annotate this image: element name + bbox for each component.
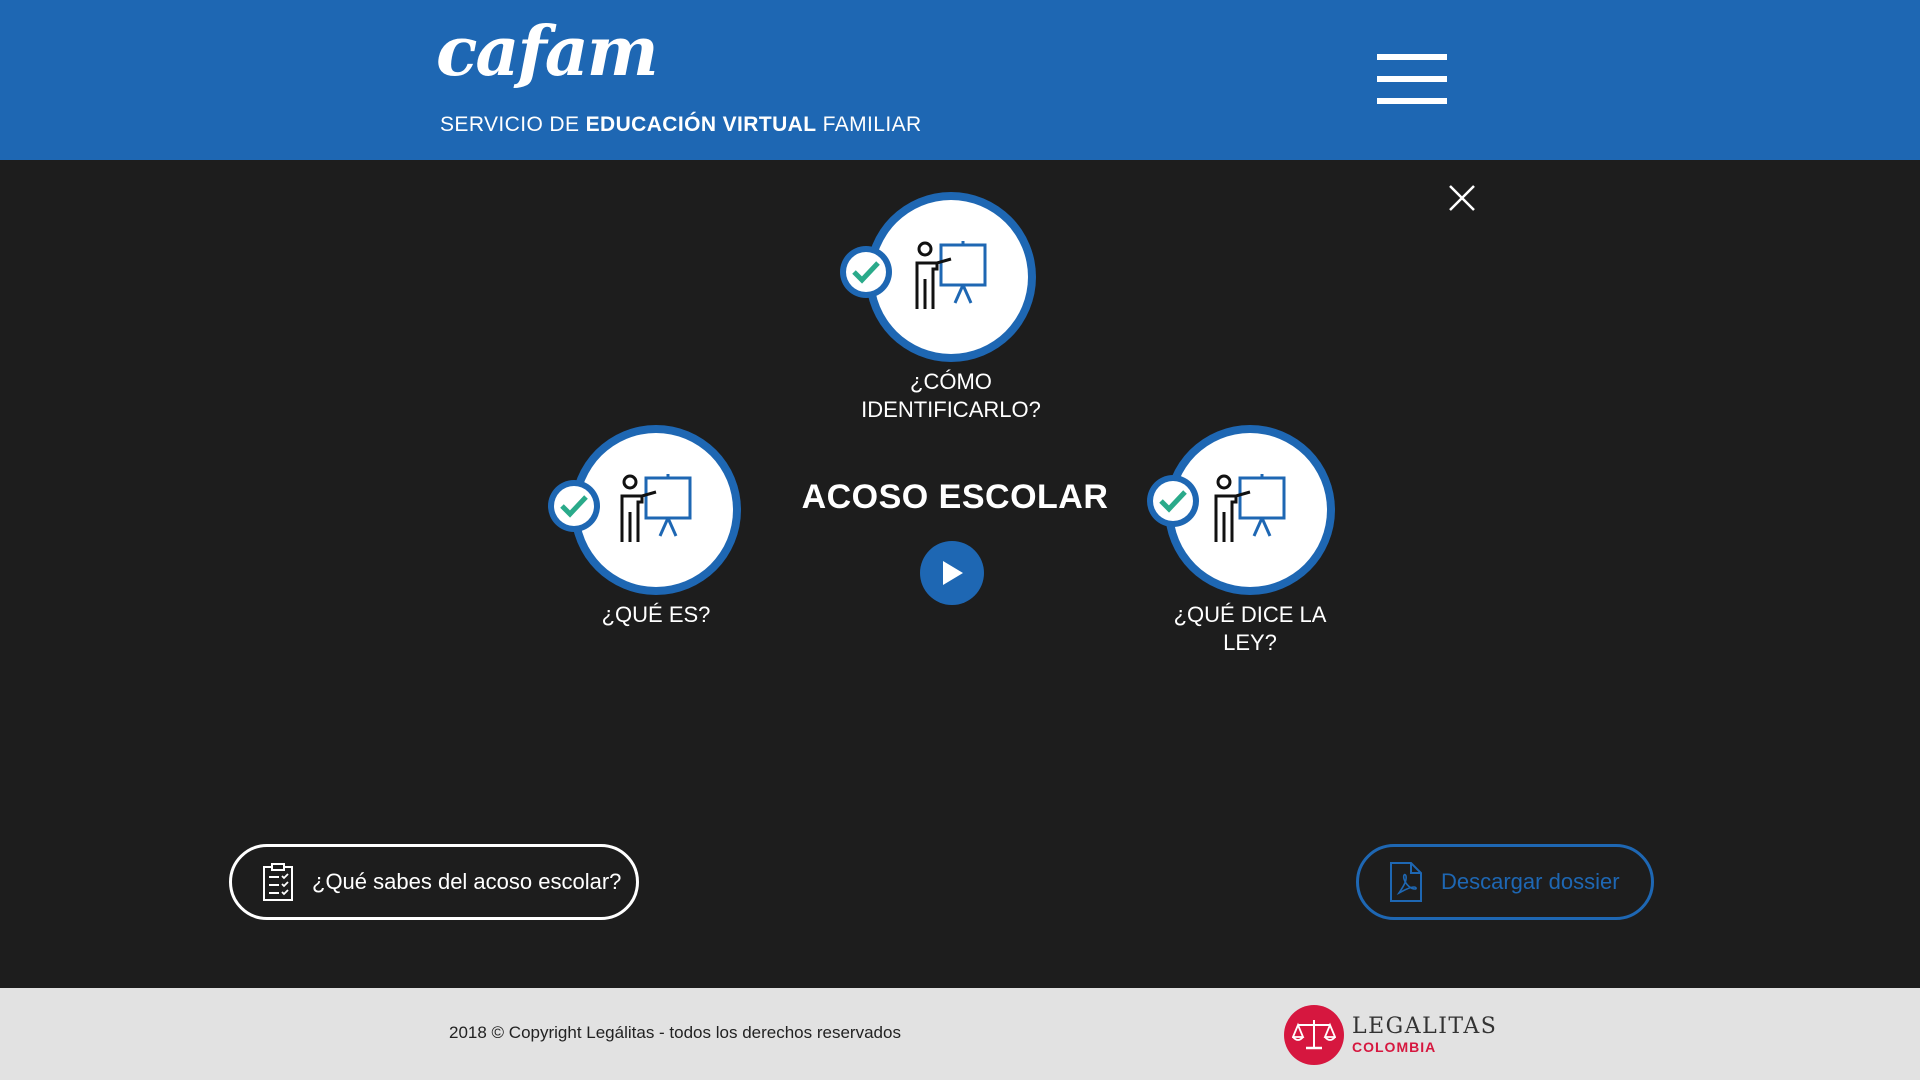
header-subtitle: SERVICIO DE EDUCACIÓN VIRTUAL FAMILIAR [440, 113, 922, 137]
legalitas-logo[interactable]: LEGALITAS COLOMBIA [1284, 1005, 1497, 1065]
logo-wordmark: cafam [436, 12, 659, 92]
site-footer [0, 988, 1920, 1080]
subtitle-prefix: SERVICIO DE [440, 113, 586, 136]
completed-check-icon [840, 246, 892, 298]
scales-icon [1284, 1005, 1344, 1065]
download-dossier-label: Descargar dossier [1441, 869, 1620, 894]
topic-como-identificarlo[interactable]: ¿CÓMO IDENTIFICARLO? [840, 192, 1051, 424]
topic-label: ¿QUÉ DICE LA LEY? [1173, 602, 1327, 655]
play-icon[interactable] [920, 541, 984, 605]
download-dossier-button[interactable]: Descargar dossier [1356, 844, 1654, 920]
subtitle-suffix: FAMILIAR [816, 113, 922, 136]
completed-check-icon [548, 480, 600, 532]
topic-label: ¿CÓMO IDENTIFICARLO? [851, 368, 1051, 424]
topic-label: ¿QUÉ ES? [601, 602, 711, 627]
menu-bar [1377, 98, 1447, 104]
topic-disc [874, 200, 1028, 354]
close-icon[interactable] [1446, 182, 1478, 214]
menu-bar [1377, 54, 1447, 60]
module-title: ACOSO ESCOLAR [801, 478, 1109, 516]
quiz-button-label: ¿Qué sabes del acoso escolar? [312, 869, 622, 894]
clipboard-checklist-icon [263, 863, 293, 901]
topic-label-line1: ¿CÓMO [910, 369, 992, 394]
topic-disc [579, 433, 733, 587]
quiz-button[interactable]: ¿Qué sabes del acoso escolar? [229, 844, 639, 920]
pdf-file-icon [1390, 862, 1422, 902]
topic-que-es[interactable]: ¿QUÉ ES? [548, 425, 756, 629]
topic-que-dice-la-ley[interactable]: ¿QUÉ DICE LA LEY? [1147, 425, 1350, 657]
site-header: cafam SERVICIO DE EDUCACIÓN VIRTUAL FAMI… [0, 0, 1920, 160]
presenter-icon [1214, 474, 1286, 542]
presenter-icon [620, 474, 692, 542]
completed-check-icon [1147, 475, 1199, 527]
brand-country: COLOMBIA [1352, 1039, 1437, 1055]
copyright-text: 2018 © Copyright Legálitas - todos los d… [449, 1023, 901, 1042]
brand-name: LEGALITAS [1352, 1014, 1498, 1039]
presenter-icon [915, 241, 987, 309]
cafam-logo[interactable]: cafam [436, 12, 659, 92]
menu-bar [1377, 76, 1447, 82]
topic-label-line2: IDENTIFICARLO? [861, 397, 1041, 422]
legalitas-brand: LEGALITAS COLOMBIA [1352, 1014, 1498, 1056]
hamburger-icon[interactable] [1375, 52, 1449, 106]
subtitle-bold: EDUCACIÓN VIRTUAL [585, 113, 817, 136]
